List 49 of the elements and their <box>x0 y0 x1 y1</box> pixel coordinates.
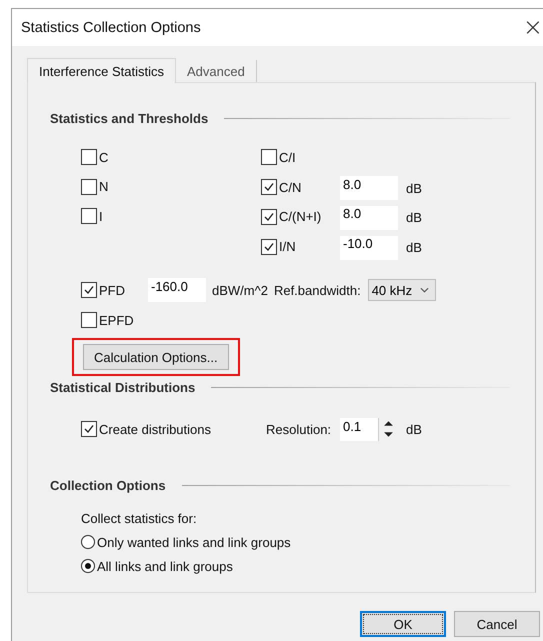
radio-label: Only wanted links and link groups <box>97 534 291 550</box>
checkbox-label: C <box>99 150 108 165</box>
checkbox[interactable] <box>81 208 97 224</box>
checkbox-label: EPFD <box>99 312 134 328</box>
checkbox-label: C/(N+I) <box>279 209 322 224</box>
checkbox[interactable] <box>81 178 97 195</box>
checkbox-label: C/I <box>279 150 296 165</box>
unit-label: dBW/m^2 <box>212 282 268 298</box>
threshold-field[interactable]: -10.0 <box>340 236 398 260</box>
checkbox[interactable] <box>81 282 97 298</box>
calculation-options-button[interactable]: Calculation Options... <box>83 344 229 370</box>
tab[interactable]: Advanced <box>176 60 257 82</box>
checkbox-label: I/N <box>279 239 296 254</box>
threshold-field[interactable]: 8.0 <box>340 176 398 200</box>
ok-button[interactable]: OK <box>360 611 446 637</box>
checkbox[interactable] <box>261 238 277 255</box>
checkbox-label: PFD <box>99 282 125 298</box>
cancel-button[interactable]: Cancel <box>454 611 540 637</box>
checkbox[interactable] <box>261 179 277 196</box>
bandwidth-label: Ref.bandwidth: <box>274 282 361 298</box>
checkbox[interactable] <box>261 208 277 225</box>
window-title: Statistics Collection Options <box>21 20 201 36</box>
radio-button[interactable] <box>81 559 95 574</box>
radio-label: All links and link groups <box>97 558 233 574</box>
checkbox-label: I <box>99 208 103 224</box>
caret-icon <box>420 287 430 294</box>
checkbox-label: C/N <box>279 180 302 195</box>
checkbox[interactable] <box>261 149 277 166</box>
pfd-field[interactable]: -160.0 <box>148 278 206 302</box>
resolution-label: Resolution: <box>266 422 332 437</box>
section-title: Statistics and Thresholds <box>50 110 208 126</box>
checkbox-label: N <box>99 179 108 194</box>
checkbox[interactable] <box>81 312 97 328</box>
checkbox[interactable] <box>81 149 97 166</box>
checkbox-label: Create distributions <box>99 422 211 437</box>
unit-label: dB <box>406 422 422 437</box>
close-button[interactable]: × <box>514 14 543 40</box>
checkbox[interactable] <box>81 421 97 438</box>
prompt-label: Collect statistics for: <box>81 511 198 526</box>
section-title: Collection Options <box>50 478 166 493</box>
unit-label: dB <box>406 210 422 226</box>
radio-button[interactable] <box>81 535 95 550</box>
section-title: Statistical Distributions <box>50 380 196 395</box>
bandwidth-dropdown[interactable]: 40 kHz <box>368 279 436 302</box>
unit-label: dB <box>406 180 422 196</box>
resolution-field[interactable]: 0.1 <box>340 418 378 441</box>
threshold-field[interactable]: 8.0 <box>340 206 398 230</box>
unit-label: dB <box>406 240 422 256</box>
tab[interactable]: Interference Statistics <box>27 58 176 83</box>
